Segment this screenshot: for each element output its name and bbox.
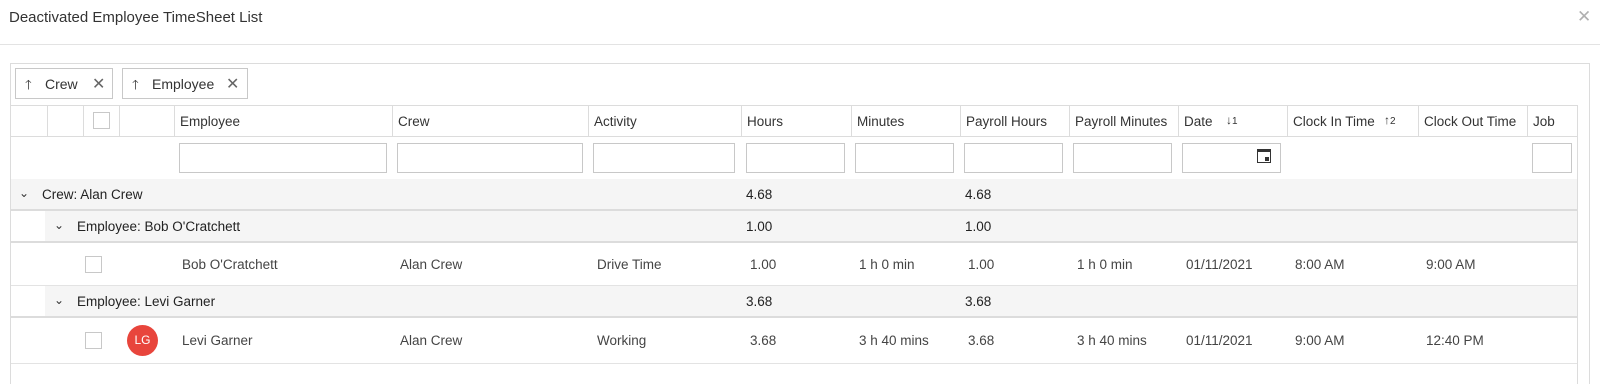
close-icon[interactable]: ✕ <box>1577 7 1591 27</box>
sort-ascending-icon: 🡑 <box>25 77 32 92</box>
column-header-activity[interactable]: Activity <box>588 105 741 136</box>
cell-clock-in: 8:00 AM <box>1295 257 1345 272</box>
cell-payroll-hours: 3.68 <box>968 333 995 348</box>
table-row[interactable]: Bob O'Cratchett Alan Crew Drive Time 1.0… <box>11 243 1589 286</box>
filter-row <box>11 137 1589 179</box>
payroll-minutes-filter-input[interactable] <box>1073 143 1172 173</box>
group-chip-crew[interactable]: 🡑 Crew ✕ <box>15 68 113 99</box>
remove-group-icon[interactable]: ✕ <box>92 74 105 94</box>
group-sum-payroll-hours: 3.68 <box>965 294 992 309</box>
cell-payroll-minutes: 1 h 0 min <box>1077 257 1133 272</box>
group-chip-employee[interactable]: 🡑 Employee ✕ <box>122 68 248 99</box>
header-group-indent <box>47 105 83 136</box>
calendar-icon[interactable] <box>1257 149 1271 163</box>
group-sum-payroll-hours: 1.00 <box>965 219 992 234</box>
cell-crew: Alan Crew <box>400 333 463 348</box>
minutes-filter-input[interactable] <box>855 143 954 173</box>
dialog-header: Deactivated Employee TimeSheet List ✕ <box>0 0 1600 45</box>
job-filter-input[interactable] <box>1532 143 1572 173</box>
group-sum-payroll-hours: 4.68 <box>965 187 992 202</box>
sort-ascending-icon: ↑2 <box>1384 113 1396 127</box>
hours-filter-input[interactable] <box>746 143 845 173</box>
chevron-down-icon[interactable]: ⌄ <box>54 218 64 232</box>
cell-crew: Alan Crew <box>400 257 463 272</box>
header-avatar-col <box>119 105 174 136</box>
group-chip-label: Crew <box>45 76 78 92</box>
crew-filter-input[interactable] <box>397 143 583 173</box>
chevron-down-icon[interactable]: ⌄ <box>19 186 29 200</box>
cell-date: 01/11/2021 <box>1186 257 1253 272</box>
cell-payroll-minutes: 3 h 40 mins <box>1077 333 1147 348</box>
group-chip-label: Employee <box>152 76 215 92</box>
employee-filter-input[interactable] <box>179 143 387 173</box>
payroll-hours-filter-input[interactable] <box>964 143 1063 173</box>
group-by-panel: 🡑 Crew ✕ 🡑 Employee ✕ <box>11 64 1589 106</box>
column-header-date[interactable]: Date ↓1 <box>1178 105 1287 136</box>
header-select-all <box>83 105 119 136</box>
group-row-employee[interactable]: ⌄ Employee: Bob O'Cratchett 1.00 1.00 <box>11 211 1589 243</box>
group-sum-hours: 1.00 <box>746 219 773 234</box>
row-checkbox[interactable] <box>85 332 102 349</box>
group-caption: Employee: Bob O'Cratchett <box>77 219 241 234</box>
group-sum-hours: 3.68 <box>746 294 773 309</box>
cell-employee: Levi Garner <box>182 333 253 348</box>
group-row-bg <box>45 286 1589 316</box>
timesheet-grid: 🡑 Crew ✕ 🡑 Employee ✕ Employee Crew Acti… <box>10 63 1590 384</box>
column-header-payroll-minutes[interactable]: Payroll Minutes <box>1069 105 1178 136</box>
sort-descending-icon: ↓1 <box>1226 113 1238 127</box>
cell-minutes: 3 h 40 mins <box>859 333 929 348</box>
cell-minutes: 1 h 0 min <box>859 257 915 272</box>
table-row[interactable]: LG Levi Garner Alan Crew Working 3.68 3 … <box>11 318 1589 364</box>
column-header-minutes[interactable]: Minutes <box>851 105 960 136</box>
cell-hours: 1.00 <box>750 257 777 272</box>
cell-hours: 3.68 <box>750 333 777 348</box>
column-header-payroll-hours[interactable]: Payroll Hours <box>960 105 1069 136</box>
cell-clock-in: 9:00 AM <box>1295 333 1345 348</box>
column-header-clock-out[interactable]: Clock Out Time <box>1418 105 1527 136</box>
cell-activity: Working <box>597 333 647 348</box>
cell-payroll-hours: 1.00 <box>968 257 995 272</box>
column-header-clock-in[interactable]: Clock In Time ↑2 <box>1287 105 1418 136</box>
column-header-hours[interactable]: Hours <box>741 105 851 136</box>
group-row-crew[interactable]: ⌄ Crew: Alan Crew 4.68 4.68 <box>11 179 1589 211</box>
chevron-down-icon[interactable]: ⌄ <box>54 293 64 307</box>
group-sum-hours: 4.68 <box>746 187 773 202</box>
column-header-crew[interactable]: Crew <box>392 105 588 136</box>
column-header-row: Employee Crew Activity Hours Minutes Pay… <box>11 105 1589 137</box>
cell-employee: Bob O'Cratchett <box>182 257 278 272</box>
group-caption: Employee: Levi Garner <box>77 294 216 309</box>
column-header-employee[interactable]: Employee <box>174 105 392 136</box>
cell-date: 01/11/2021 <box>1186 333 1253 348</box>
header-group-indent <box>11 105 47 136</box>
group-row-bg <box>45 211 1589 241</box>
group-row-employee[interactable]: ⌄ Employee: Levi Garner 3.68 3.68 <box>11 286 1589 318</box>
cell-clock-out: 9:00 AM <box>1426 257 1476 272</box>
remove-group-icon[interactable]: ✕ <box>226 74 239 94</box>
group-caption: Crew: Alan Crew <box>42 187 143 202</box>
select-all-checkbox[interactable] <box>93 112 110 129</box>
cell-activity: Drive Time <box>597 257 662 272</box>
avatar: LG <box>127 325 158 356</box>
vertical-scrollbar[interactable] <box>1577 105 1589 384</box>
dialog-title: Deactivated Employee TimeSheet List <box>9 9 263 26</box>
cell-clock-out: 12:40 PM <box>1426 333 1484 348</box>
row-checkbox[interactable] <box>85 256 102 273</box>
sort-ascending-icon: 🡑 <box>132 77 139 92</box>
activity-filter-input[interactable] <box>593 143 735 173</box>
